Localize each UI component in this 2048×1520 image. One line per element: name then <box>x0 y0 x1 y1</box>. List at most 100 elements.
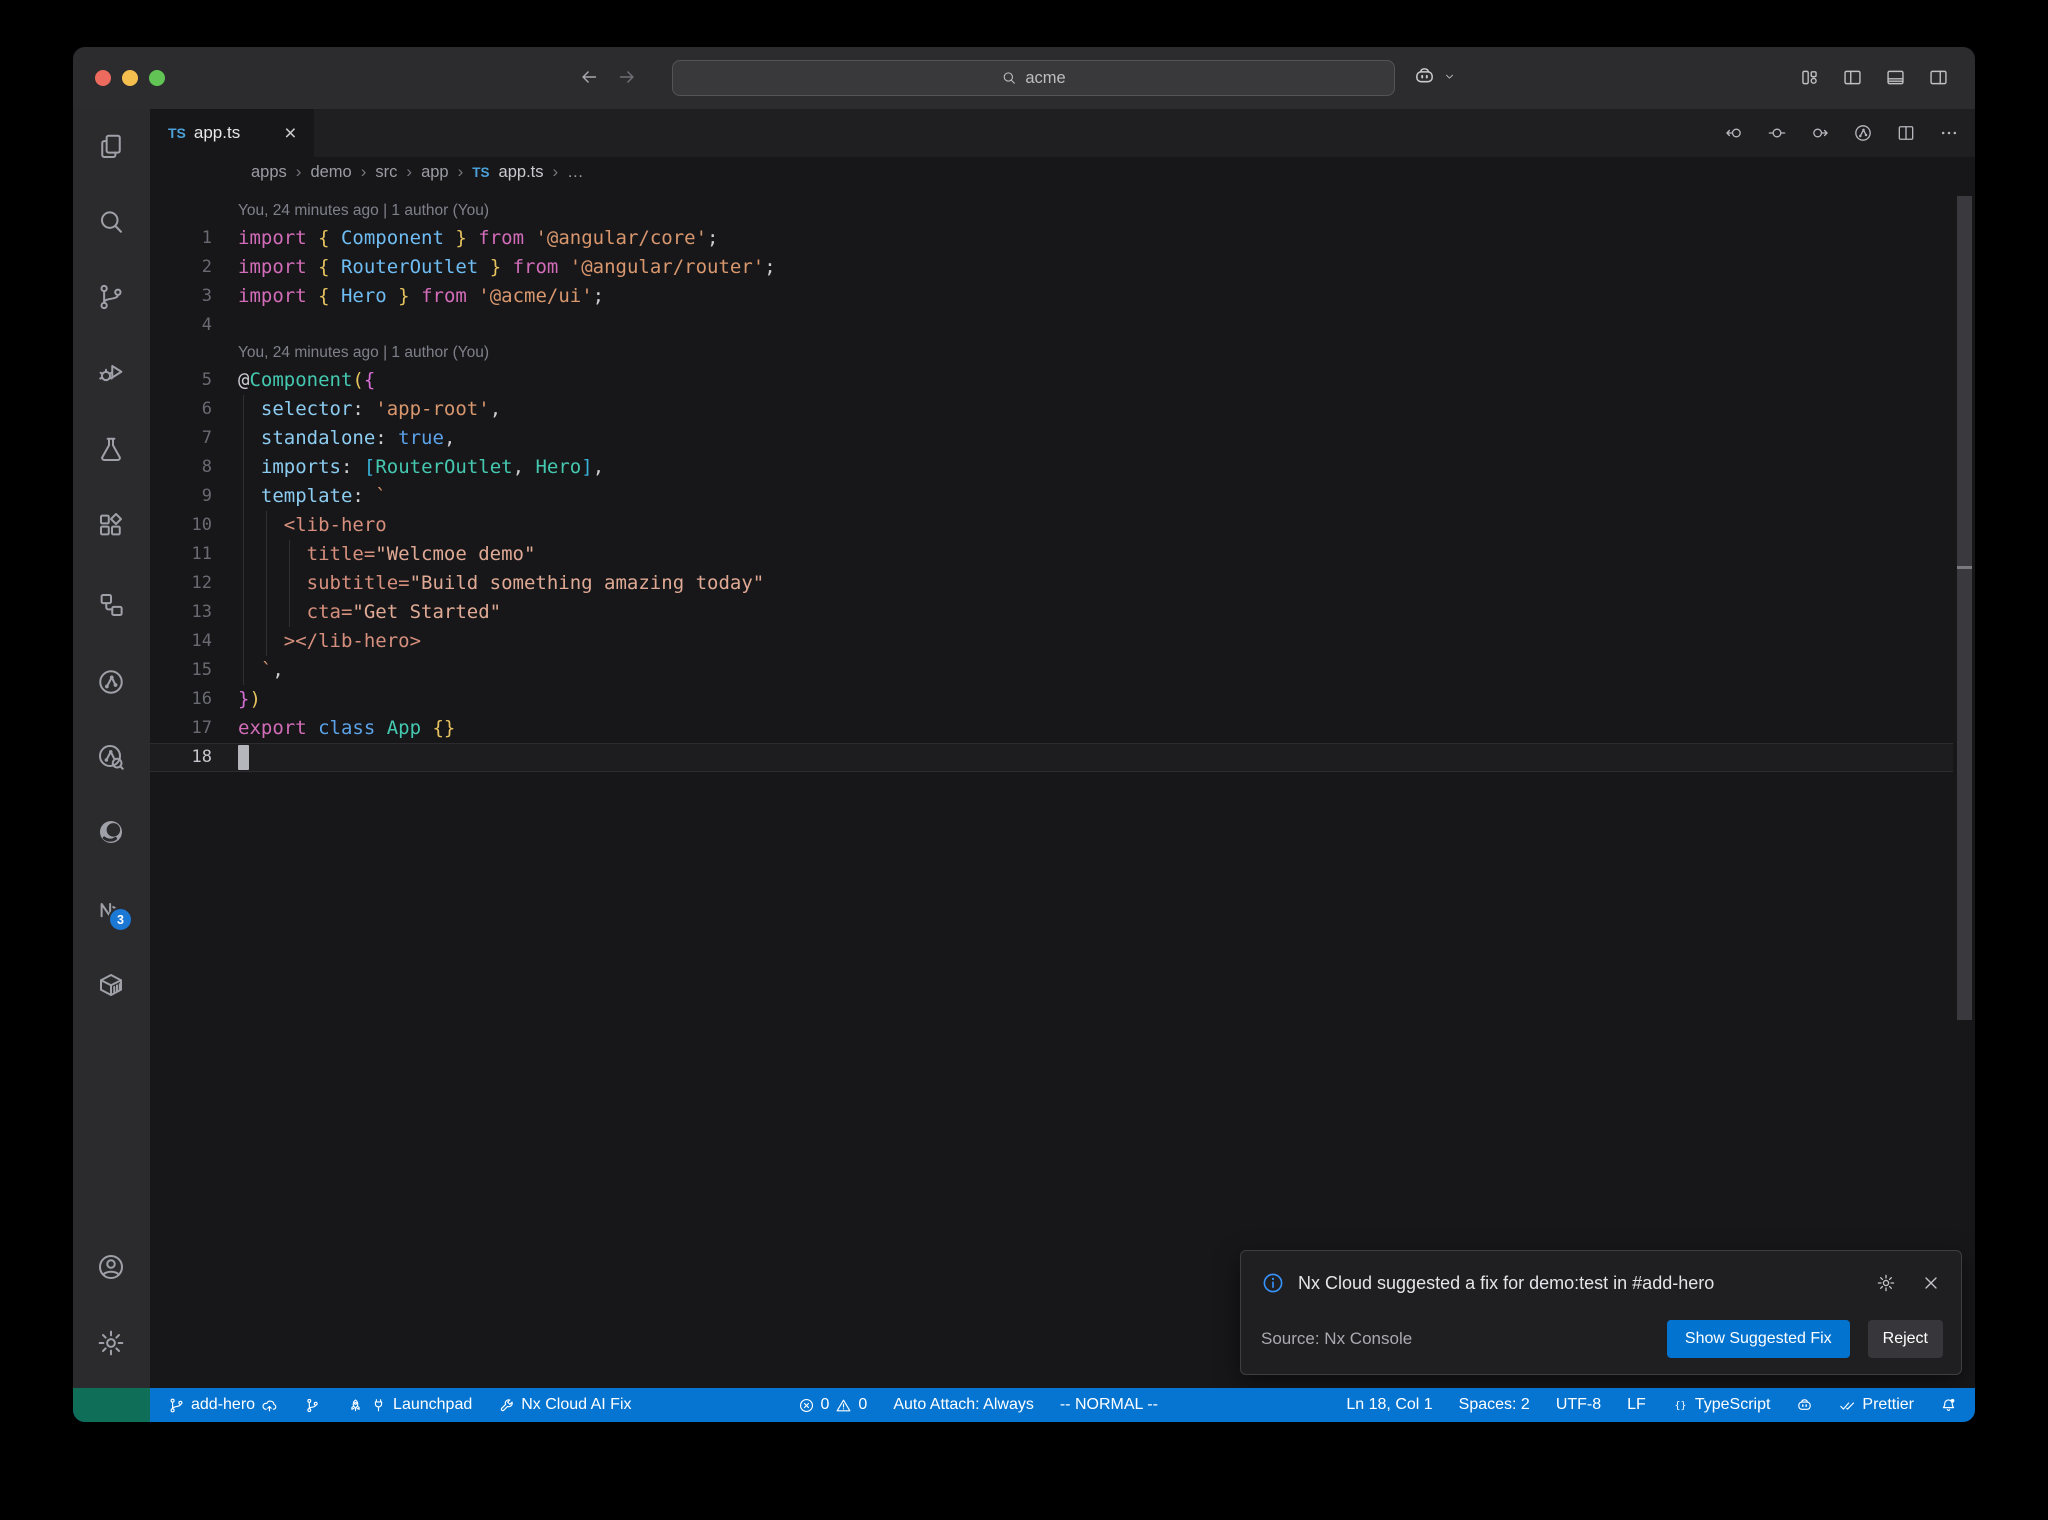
error-icon <box>798 1397 815 1414</box>
activity-bar-item-source-control[interactable] <box>96 282 126 312</box>
status-item-problems[interactable]: 00 <box>798 1396 867 1414</box>
arrow-left-icon[interactable] <box>578 66 600 88</box>
editor-action-compare-change[interactable] <box>1767 123 1787 143</box>
minimize-window-button[interactable] <box>122 70 138 86</box>
status-item-encoding[interactable]: UTF-8 <box>1556 1396 1601 1414</box>
status-item-branch-status[interactable]: add-hero <box>168 1396 278 1414</box>
breadcrumb-overflow[interactable]: … <box>567 163 584 182</box>
status-item-indentation[interactable]: Spaces: 2 <box>1459 1396 1530 1414</box>
reject-button[interactable]: Reject <box>1867 1320 1943 1358</box>
code-line-5: 5 @Component({ <box>150 366 1953 395</box>
breadcrumb: apps › demo › src › app › TS app.ts ›… <box>150 157 1975 187</box>
activity-bar-item-nx-graph[interactable] <box>96 667 126 697</box>
arrow-right-icon[interactable] <box>616 66 638 88</box>
activity-bar: 3 <box>73 109 150 1388</box>
editor-group: TS app.ts × apps › demo › src › app › TS app.ts › …… <box>150 109 1975 1388</box>
activity-bar-item-testing[interactable] <box>96 435 126 465</box>
status-item-nx-cloud-ai-fix[interactable]: Nx Cloud AI Fix <box>498 1396 632 1414</box>
code-line-content: import { RouterOutlet } from '@angular/r… <box>238 256 776 278</box>
code-line-16: 16}) <box>150 685 1953 714</box>
activity-bar-item-nx-project-view[interactable] <box>96 742 126 772</box>
breadcrumb-item[interactable]: src <box>375 163 397 182</box>
activity-bar-item-edge-browser[interactable] <box>96 817 126 847</box>
breadcrumb-file[interactable]: app.ts <box>499 163 544 182</box>
status-item-text: TypeScript <box>1694 1396 1771 1413</box>
code-line-17: 17 export class App {} <box>150 714 1953 743</box>
customize-layout[interactable] <box>1799 67 1820 88</box>
line-number: 14 <box>191 631 212 651</box>
tab-app-ts[interactable]: TS app.ts × <box>150 109 315 157</box>
editor-scrollbar[interactable] <box>1957 196 1972 1388</box>
status-item-formatter[interactable]: Prettier <box>1839 1396 1914 1414</box>
show-suggested-fix-button[interactable]: Show Suggested Fix <box>1666 1320 1850 1358</box>
indent-guide <box>265 511 267 656</box>
status-item-cursor-position[interactable]: Ln 18, Col 1 <box>1346 1396 1432 1414</box>
activity-bar-item-settings[interactable] <box>96 1328 126 1358</box>
activity-bar-item-run-debug[interactable] <box>96 357 126 387</box>
close-window-button[interactable] <box>95 70 111 86</box>
status-item-vim-mode[interactable]: -- NORMAL -- <box>1060 1396 1158 1414</box>
activity-bar-item-search[interactable] <box>96 207 126 237</box>
breadcrumb-item[interactable]: apps <box>251 163 287 182</box>
edge-icon <box>96 817 126 847</box>
code-editor[interactable]: You, 24 minutes ago | 1 author (You) 1 imp… <box>150 198 1953 1388</box>
title-bar: acme <box>73 47 1975 109</box>
activity-bar-item-explorer[interactable] <box>96 132 126 162</box>
layout-controls <box>1799 67 1949 88</box>
breadcrumb-item[interactable]: demo <box>310 163 351 182</box>
status-item-launchpad[interactable]: Launchpad <box>347 1396 472 1414</box>
editor-action-nx-run-target[interactable] <box>1853 123 1873 143</box>
status-item-source-control-graph[interactable] <box>304 1397 321 1414</box>
testing-icon <box>96 435 126 465</box>
tab-label: app.ts <box>193 123 241 142</box>
source-control-icon <box>168 1397 185 1414</box>
line-number: 6 <box>201 399 212 419</box>
toggle-secondary-sidebar[interactable] <box>1928 67 1949 88</box>
notification-settings-gear-icon[interactable] <box>1876 1273 1896 1293</box>
close-tab-icon[interactable]: × <box>284 123 296 144</box>
line-number: 18 <box>191 747 212 767</box>
editor-action-next-change[interactable] <box>1810 123 1830 143</box>
status-item-text: UTF-8 <box>1555 1396 1602 1413</box>
activity-bar-item-containers[interactable] <box>96 970 126 1000</box>
code-line-content: subtitle="Build something amazing today" <box>306 572 765 594</box>
code-line-content: import { Component } from '@angular/core… <box>238 227 719 249</box>
activity-bar-item-project-structure[interactable] <box>96 590 126 620</box>
copilot-menu[interactable] <box>1413 65 1456 88</box>
status-item-eol-sequence[interactable]: LF <box>1627 1396 1646 1414</box>
activity-bar-item-extensions[interactable] <box>96 510 126 540</box>
activity-bar-item-accounts[interactable] <box>96 1252 126 1282</box>
editor-action-split-editor[interactable] <box>1896 123 1916 143</box>
breadcrumb-item[interactable]: app <box>421 163 449 182</box>
status-item-copilot-status[interactable] <box>1796 1397 1813 1414</box>
gear-icon <box>96 1328 126 1358</box>
notification-close-icon[interactable] <box>1921 1273 1941 1293</box>
info-icon <box>1261 1271 1285 1295</box>
command-center[interactable]: acme <box>672 60 1395 96</box>
status-item-notifications-bell[interactable] <box>1940 1397 1957 1414</box>
toggle-primary-sidebar[interactable] <box>1842 67 1863 88</box>
blame-text: You, 24 minutes ago | 1 author (You) <box>238 344 490 361</box>
scrollbar-thumb[interactable] <box>1957 196 1972 1020</box>
search-icon <box>96 207 126 237</box>
braces-icon: {} <box>1672 1397 1689 1414</box>
editor-action-previous-change[interactable] <box>1724 123 1744 143</box>
status-item-text: LF <box>1627 1396 1646 1413</box>
status-item-language-mode[interactable]: {} TypeScript <box>1672 1396 1771 1414</box>
remote-indicator[interactable] <box>73 1388 150 1422</box>
copilot-icon <box>1796 1397 1813 1414</box>
status-item-text: -- NORMAL -- <box>1059 1396 1158 1413</box>
editor-action-more-actions[interactable] <box>1939 123 1959 143</box>
zoom-window-button[interactable] <box>149 70 165 86</box>
code-line-3: 3 import { Hero } from '@acme/ui'; <box>150 282 1953 311</box>
notification-toast: Nx Cloud suggested a fix for demo:test i… <box>1240 1250 1962 1375</box>
status-item-auto-attach[interactable]: Auto Attach: Always <box>893 1396 1034 1414</box>
line-number: 4 <box>201 315 212 335</box>
breadcrumb-separator: › <box>457 162 464 181</box>
vscode-window: acme 3 TS app.ts × apps › demo › src › app › TS a… <box>73 47 1975 1422</box>
plug-icon <box>370 1397 387 1414</box>
toggle-panel[interactable] <box>1885 67 1906 88</box>
line-number: 15 <box>191 660 212 680</box>
activity-bar-item-nx-console[interactable]: 3 <box>96 895 133 932</box>
line-number: 2 <box>201 257 212 277</box>
